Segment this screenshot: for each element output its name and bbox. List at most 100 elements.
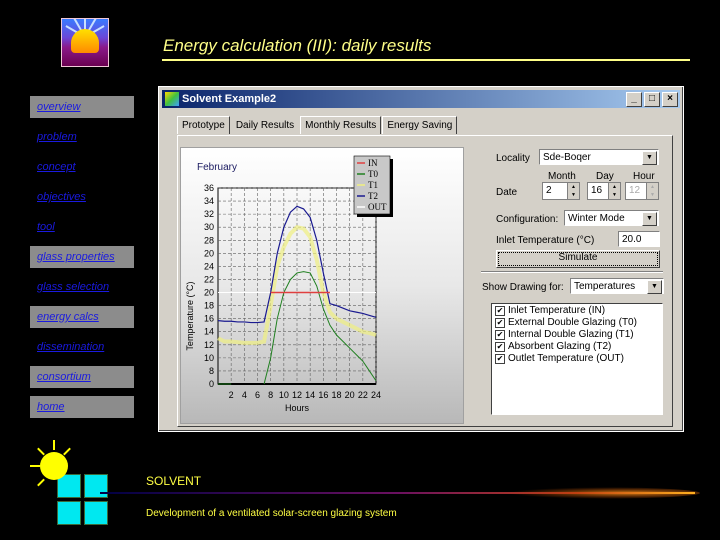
series-checkbox-row[interactable]: ✔ Internal Double Glazing (T1) — [495, 329, 662, 340]
y-tick-label: 14 — [204, 327, 214, 337]
sun-ray — [37, 478, 45, 487]
hour-value: 12 — [629, 185, 641, 196]
y-tick-label: 36 — [204, 183, 214, 193]
dropdown-arrow-icon[interactable]: ▼ — [642, 151, 657, 165]
sun-ray — [30, 465, 40, 467]
sun-ray — [63, 447, 71, 456]
tab-prototype[interactable]: Prototype — [177, 116, 230, 134]
x-tick-label: 14 — [305, 390, 315, 400]
x-tick-label: 20 — [345, 390, 355, 400]
tab-daily-results[interactable]: Daily Results — [230, 116, 300, 134]
y-tick-label: 28 — [204, 235, 214, 245]
x-tick-label: 12 — [292, 390, 302, 400]
x-tick-label: 22 — [358, 390, 368, 400]
day-value: 16 — [591, 185, 603, 196]
month-spinner[interactable]: 2 ▲ ▼ — [542, 182, 580, 200]
nav-link-overview[interactable]: overview — [30, 96, 134, 118]
x-tick-label: 6 — [255, 390, 260, 400]
spin-arrows-icon[interactable]: ▲ ▼ — [646, 183, 658, 199]
hour-label: Hour — [633, 171, 655, 182]
locality-select[interactable]: Sde-Boqer ▼ — [539, 149, 659, 165]
legend-label-t0: T0 — [368, 169, 378, 179]
day-spinner[interactable]: 16 ▲ ▼ — [587, 182, 621, 200]
legend-label-t2: T2 — [368, 191, 378, 201]
y-tick-label: 16 — [204, 314, 214, 324]
locality-value: Sde-Boqer — [543, 152, 591, 163]
minimize-button[interactable]: _ — [626, 92, 642, 107]
configuration-label: Configuration: — [496, 214, 559, 225]
x-tick-label: 4 — [242, 390, 247, 400]
chart-title: February — [197, 162, 237, 173]
simulate-button[interactable]: Simulate — [496, 250, 660, 268]
configuration-select[interactable]: Winter Mode ▼ — [564, 210, 659, 226]
series-checklist: ✔ Inlet Temperature (IN) ✔ External Double … — [491, 303, 663, 415]
nav-link-consortium[interactable]: consortium — [30, 366, 134, 388]
divider — [481, 271, 663, 272]
nav-link-dissemination[interactable]: dissemination — [30, 336, 134, 358]
logo-sun — [71, 29, 99, 53]
series-checkbox-label: Absorbent Glazing (T2) — [508, 341, 612, 352]
slide-nav: overview problem concept objectives tool glas… — [30, 96, 134, 426]
nav-link-glass-selection[interactable]: glass selection — [30, 276, 134, 298]
show-drawing-value: Temperatures — [574, 281, 636, 292]
show-drawing-label: Show Drawing for: — [482, 282, 564, 293]
sun-ray — [37, 447, 45, 456]
tab-monthly-results[interactable]: Monthly Results — [300, 116, 382, 134]
temperature-chart: February0810121416182022242028303234362 4… — [185, 155, 393, 413]
month-value: 2 — [546, 185, 552, 196]
nav-link-energy-calcs[interactable]: energy calcs — [30, 306, 134, 328]
day-label: Day — [596, 171, 614, 182]
x-tick-label: 10 — [279, 390, 289, 400]
series-checkbox-row[interactable]: ✔ Inlet Temperature (IN) — [495, 305, 662, 316]
window-titlebar[interactable]: Solvent Example2 _ □ × — [162, 90, 680, 108]
window-pane-icon — [57, 501, 81, 525]
tab-strip: Prototype Daily Results Monthly Results … — [177, 116, 458, 134]
checkbox-icon[interactable]: ✔ — [495, 317, 505, 328]
series-checkbox-label: Internal Double Glazing (T1) — [508, 329, 634, 340]
brand-name: SOLVENT — [146, 474, 202, 488]
dropdown-arrow-icon[interactable]: ▼ — [642, 212, 657, 226]
inlet-temperature-label: Inlet Temperature (°C) — [496, 235, 595, 246]
sun-icon — [40, 452, 68, 480]
nav-link-home[interactable]: home — [30, 396, 134, 418]
tab-energy-saving[interactable]: Energy Saving — [382, 116, 458, 134]
nav-link-objectives[interactable]: objectives — [30, 186, 134, 208]
y-tick-label: 32 — [204, 209, 214, 219]
checkbox-icon[interactable]: ✔ — [495, 341, 505, 352]
close-button[interactable]: × — [662, 92, 678, 107]
app-icon — [165, 92, 179, 106]
window-pane-icon — [84, 501, 108, 525]
month-label: Month — [548, 171, 576, 182]
app-window: Solvent Example2 _ □ × Prototype Daily R… — [158, 86, 684, 432]
y-tick-label: 20 — [204, 288, 214, 298]
sun-ray — [53, 440, 55, 450]
spin-arrows-icon[interactable]: ▲ ▼ — [567, 183, 579, 199]
sunrise-logo — [61, 18, 109, 67]
checkbox-icon[interactable]: ✔ — [495, 329, 505, 340]
dropdown-arrow-icon[interactable]: ▼ — [647, 280, 662, 294]
checkbox-icon[interactable]: ✔ — [495, 353, 505, 364]
series-checkbox-row[interactable]: ✔ Absorbent Glazing (T2) — [495, 341, 662, 352]
hour-spinner[interactable]: 12 ▲ ▼ — [625, 182, 659, 200]
slide-title: Energy calculation (III): daily results — [163, 36, 432, 55]
chart-panel: February 0 8 10 12 14 16 18 20 22 24 20 28 30 32 34 36 2 4… — [180, 147, 464, 424]
maximize-button[interactable]: □ — [644, 92, 660, 107]
inlet-temperature-input[interactable]: 20.0 — [618, 231, 660, 247]
nav-link-tool[interactable]: tool — [30, 216, 134, 238]
y-tick-label: 22 — [204, 274, 214, 284]
nav-link-problem[interactable]: problem — [30, 126, 134, 148]
x-tick-label: 16 — [318, 390, 328, 400]
y-tick-label: 18 — [204, 301, 214, 311]
nav-link-glass-properties[interactable]: glass properties — [30, 246, 134, 268]
series-checkbox-row[interactable]: ✔ External Double Glazing (T0) — [495, 317, 662, 328]
x-tick-label: 24 — [371, 390, 381, 400]
y-tick-label: 24 — [204, 261, 214, 271]
series-checkbox-label: Inlet Temperature (IN) — [508, 305, 606, 316]
show-drawing-select[interactable]: Temperatures ▼ — [570, 278, 664, 294]
locality-label: Locality — [496, 153, 530, 164]
nav-link-concept[interactable]: concept — [30, 156, 134, 178]
series-checkbox-row[interactable]: ✔ Outlet Temperature (OUT) — [495, 353, 662, 364]
y-tick-label: 8 — [209, 366, 214, 376]
spin-arrows-icon[interactable]: ▲ ▼ — [608, 183, 620, 199]
checkbox-icon[interactable]: ✔ — [495, 305, 505, 316]
